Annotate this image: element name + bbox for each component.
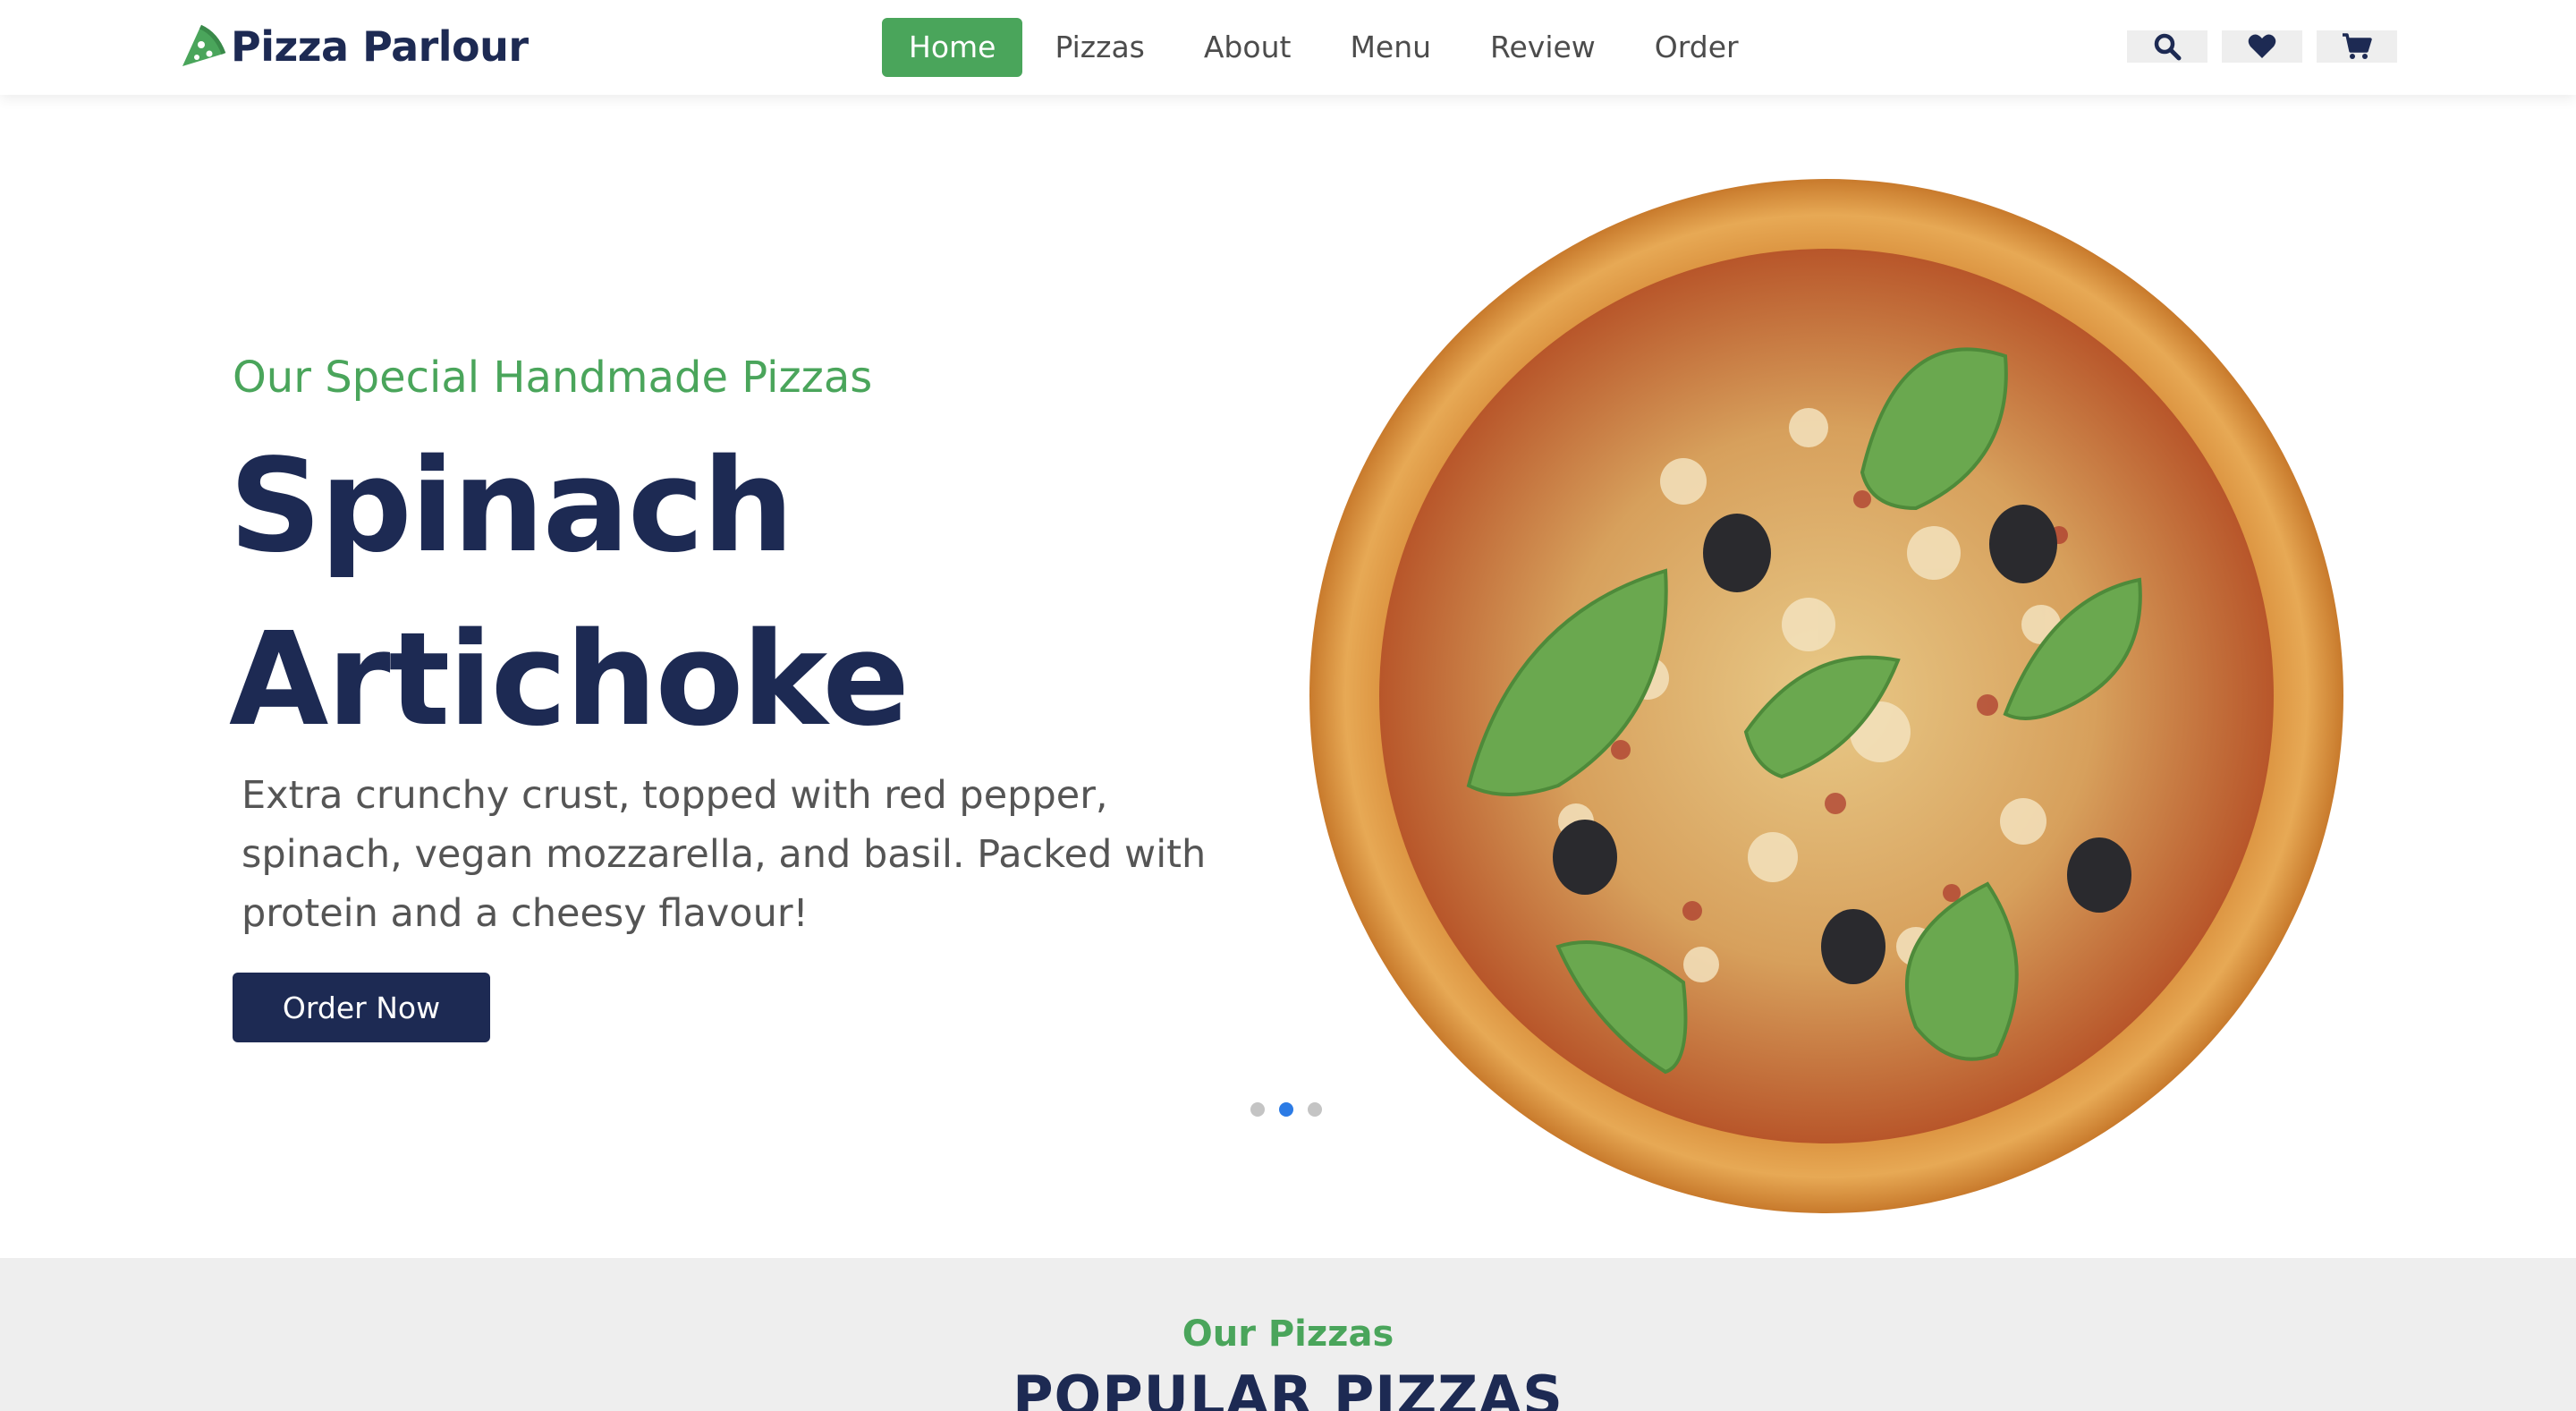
nav-pizzas[interactable]: Pizzas bbox=[1028, 18, 1171, 77]
nav-about[interactable]: About bbox=[1177, 18, 1318, 77]
hero-title-line2: Artichoke bbox=[229, 604, 910, 754]
cart-button[interactable] bbox=[2317, 30, 2397, 63]
nav-review[interactable]: Review bbox=[1463, 18, 1623, 77]
carousel-dot[interactable] bbox=[1250, 1102, 1265, 1117]
search-icon bbox=[2154, 33, 2182, 61]
hero-title-line1: Spinach bbox=[229, 430, 794, 581]
brand-logo[interactable]: Pizza Parlour bbox=[177, 20, 529, 73]
nav-order[interactable]: Order bbox=[1628, 18, 1766, 77]
popular-pizzas-section: Our Pizzas POPULAR PIZZAS bbox=[0, 1258, 2576, 1411]
nav-menu[interactable]: Menu bbox=[1323, 18, 1458, 77]
site-header: Pizza Parlour Home Pizzas About Menu Rev… bbox=[0, 0, 2576, 95]
wishlist-button[interactable] bbox=[2222, 30, 2302, 63]
heart-icon bbox=[2248, 34, 2276, 58]
hero-description: Extra crunchy crust, topped with red pep… bbox=[242, 773, 1207, 936]
brand-name: Pizza Parlour bbox=[231, 22, 529, 71]
header-actions bbox=[2127, 30, 2411, 63]
section-subtitle: Our Pizzas bbox=[1182, 1313, 1394, 1355]
cart-icon bbox=[2343, 33, 2372, 59]
hero-subtitle: Our Special Handmade Pizzas bbox=[233, 353, 873, 403]
hero-title: Spinach Artichoke bbox=[229, 419, 1213, 766]
main-nav: Home Pizzas About Menu Review Order bbox=[882, 18, 1771, 77]
carousel-dot-active[interactable] bbox=[1279, 1102, 1293, 1117]
pizza-slice-icon bbox=[182, 24, 226, 66]
search-button[interactable] bbox=[2127, 30, 2207, 63]
order-now-button[interactable]: Order Now bbox=[233, 973, 490, 1042]
pizza-image bbox=[1309, 179, 2343, 1213]
section-title: POPULAR PIZZAS bbox=[1013, 1364, 1563, 1411]
nav-home[interactable]: Home bbox=[882, 18, 1023, 77]
hero-section: Our Special Handmade Pizzas Spinach Arti… bbox=[0, 95, 2576, 1258]
